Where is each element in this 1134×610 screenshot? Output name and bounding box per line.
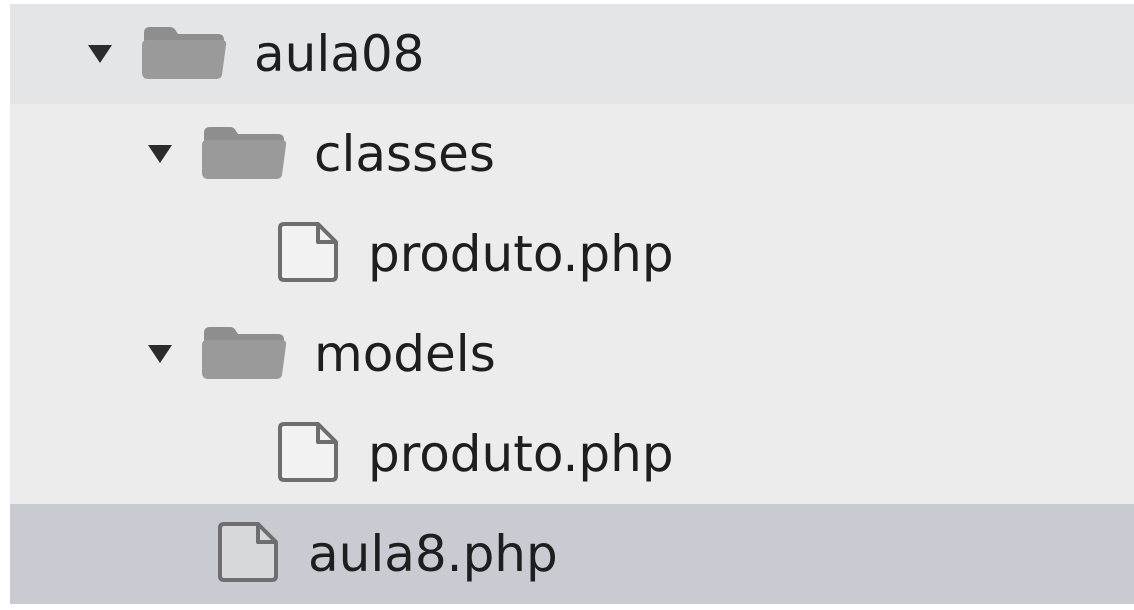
- expand-arrow-icon[interactable]: [88, 45, 112, 63]
- tree-item-models-produto[interactable]: produto.php: [10, 404, 1134, 504]
- tree-item-label: produto.php: [368, 225, 674, 283]
- file-icon: [276, 420, 342, 488]
- tree-item-label: aula08: [254, 25, 425, 83]
- file-tree: aula08 classes produto.php models produt…: [10, 4, 1134, 604]
- tree-item-label: models: [314, 325, 496, 383]
- file-icon: [276, 220, 342, 288]
- tree-item-models[interactable]: models: [10, 304, 1134, 404]
- tree-item-label: aula8.php: [308, 525, 558, 583]
- expand-arrow-icon[interactable]: [148, 345, 172, 363]
- expand-arrow-icon[interactable]: [148, 145, 172, 163]
- tree-item-label: produto.php: [368, 425, 674, 483]
- tree-item-label: classes: [314, 125, 495, 183]
- folder-icon: [140, 23, 228, 85]
- folder-icon: [200, 323, 288, 385]
- folder-icon: [200, 123, 288, 185]
- file-icon: [216, 520, 282, 588]
- tree-item-classes[interactable]: classes: [10, 104, 1134, 204]
- tree-item-aula08[interactable]: aula08: [10, 4, 1134, 104]
- tree-item-classes-produto[interactable]: produto.php: [10, 204, 1134, 304]
- tree-item-aula8[interactable]: aula8.php: [10, 504, 1134, 604]
